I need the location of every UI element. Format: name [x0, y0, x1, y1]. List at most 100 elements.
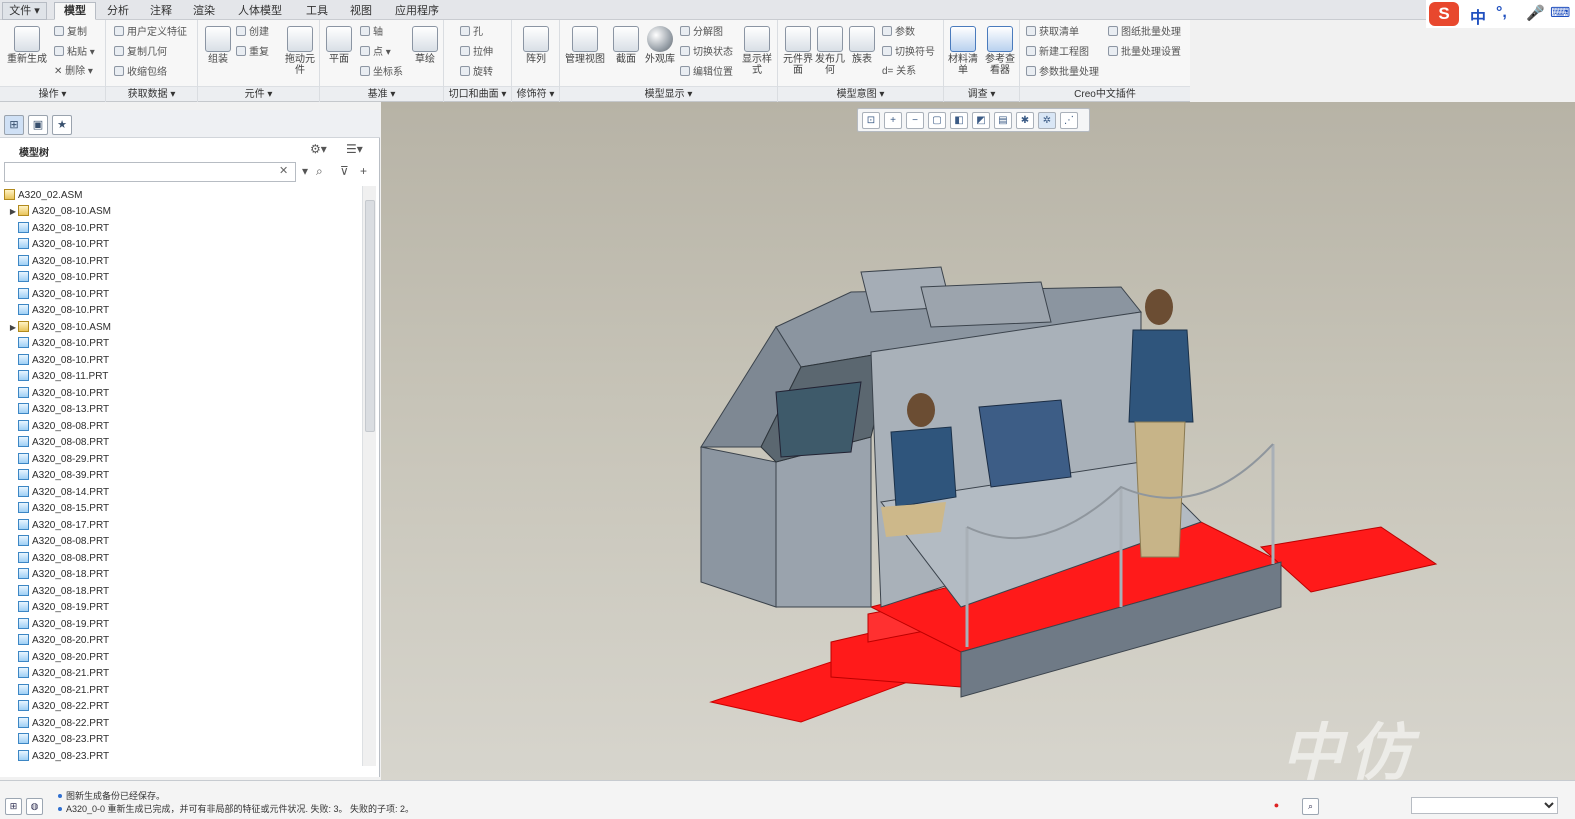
new-drawing-button[interactable]: 新建工程图 — [1026, 46, 1089, 59]
tree-item[interactable]: A320_08-22.PRT — [8, 699, 109, 715]
ime-punctuation[interactable]: °, — [1496, 4, 1507, 22]
reference-viewer-button[interactable]: 参考查看器 — [982, 26, 1018, 76]
status-browser-icon[interactable]: ◍ — [26, 798, 43, 815]
copy-button[interactable]: 复制 — [54, 26, 87, 39]
exploded-view-button[interactable]: 分解图 — [680, 26, 723, 39]
tree-item[interactable]: A320_08-11.PRT — [8, 369, 108, 385]
tree-item[interactable]: A320_08-10.PRT — [8, 237, 109, 253]
extrude-button[interactable]: 拉伸 — [460, 46, 493, 59]
axis-button[interactable]: 轴 — [360, 26, 383, 39]
record-icon[interactable]: ● — [1268, 798, 1285, 815]
microphone-icon[interactable]: 🎤 — [1526, 4, 1545, 22]
model-tree-search-input[interactable] — [4, 162, 296, 182]
user-feature-button[interactable]: 用户定义特征 — [114, 26, 187, 39]
tree-item[interactable]: A320_08-23.PRT — [8, 732, 109, 748]
tree-item[interactable]: ▶ A320_08-10.ASM — [8, 204, 111, 220]
tree-item[interactable]: A320_08-29.PRT — [8, 452, 109, 468]
model-tree-scrollbar[interactable] — [362, 186, 376, 766]
tab-view[interactable]: 视图 — [341, 2, 381, 20]
tree-settings-icon[interactable]: ⚙▾ — [310, 142, 327, 158]
group-label-get-data[interactable]: 获取数据 ▾ — [106, 86, 197, 101]
scrollbar-thumb[interactable] — [365, 200, 375, 432]
tree-root[interactable]: A320_02.ASM — [4, 188, 83, 204]
tab-applications[interactable]: 应用程序 — [384, 2, 450, 20]
tab-render[interactable]: 渲染 — [184, 2, 224, 20]
search-dropdown-icon[interactable]: ▾ — [302, 164, 308, 178]
parameters-button[interactable]: 参数 — [882, 26, 915, 39]
switch-symbol-button[interactable]: 切换符号 — [882, 46, 935, 59]
ime-language[interactable]: 中 — [1470, 4, 1486, 28]
tree-item[interactable]: A320_08-14.PRT — [8, 485, 109, 501]
tab-tools[interactable]: 工具 — [296, 2, 338, 20]
group-label-modifiers[interactable]: 修饰符 ▾ — [512, 86, 559, 101]
group-label-operations[interactable]: 操作 ▾ — [0, 86, 105, 101]
tree-item[interactable]: A320_08-15.PRT — [8, 501, 109, 517]
expand-arrow-icon[interactable]: ▶ — [8, 204, 18, 220]
tree-item[interactable]: A320_08-20.PRT — [8, 650, 109, 666]
clear-search-icon[interactable]: ✕ — [279, 164, 288, 177]
edit-position-button[interactable]: 编辑位置 — [680, 66, 733, 79]
batch-settings-button[interactable]: 批量处理设置 — [1108, 46, 1181, 59]
delete-button[interactable]: ✕ 删除 ▾ — [54, 66, 93, 78]
tree-item[interactable]: A320_08-10.PRT — [8, 303, 109, 319]
status-navigator-icon[interactable]: ⊞ — [5, 798, 22, 815]
tree-item[interactable]: A320_08-08.PRT — [8, 435, 109, 451]
publish-geometry-button[interactable]: 发布几何 — [814, 26, 846, 76]
tree-item[interactable]: A320_08-10.PRT — [8, 221, 109, 237]
favorites-tab-icon[interactable]: ★ — [52, 115, 72, 135]
tab-annotate[interactable]: 注释 — [141, 2, 181, 20]
tree-columns-icon[interactable]: ☰▾ — [346, 142, 363, 158]
revolve-button[interactable]: 旋转 — [460, 66, 493, 79]
keyboard-icon[interactable]: ⌨ — [1550, 4, 1570, 21]
hole-button[interactable]: 孔 — [460, 26, 483, 39]
param-batch-button[interactable]: 参数批量处理 — [1026, 66, 1099, 79]
add-icon[interactable]: + — [360, 164, 367, 178]
pattern-button[interactable]: 阵列 — [520, 26, 552, 65]
regenerate-button[interactable]: 重新生成 — [6, 26, 48, 65]
tree-item[interactable]: A320_08-21.PRT — [8, 683, 109, 699]
tab-analysis[interactable]: 分析 — [98, 2, 138, 20]
tree-item[interactable]: A320_08-39.PRT — [8, 468, 109, 484]
tree-item[interactable]: ▶ A320_08-10.ASM — [8, 320, 111, 336]
appearance-gallery-button[interactable]: 外观库 — [644, 26, 676, 65]
tree-item[interactable]: A320_08-10.PRT — [8, 254, 109, 270]
group-label-investigate[interactable]: 调查 ▾ — [944, 86, 1019, 101]
section-button[interactable]: 截面 — [610, 26, 642, 65]
tree-item[interactable]: A320_08-21.PRT — [8, 666, 109, 682]
group-label-cuts[interactable]: 切口和曲面 ▾ — [444, 86, 511, 101]
tree-item[interactable]: A320_08-10.PRT — [8, 353, 109, 369]
tree-item[interactable]: A320_08-08.PRT — [8, 534, 109, 550]
tree-item[interactable]: A320_08-17.PRT — [8, 518, 109, 534]
plane-button[interactable]: 平面 — [324, 26, 354, 65]
tree-item[interactable]: A320_08-10.PRT — [8, 287, 109, 303]
repeat-button[interactable]: 重复 — [236, 46, 269, 59]
tree-item[interactable]: A320_08-10.PRT — [8, 386, 109, 402]
find-icon[interactable]: ⌕ — [1302, 798, 1319, 815]
binoculars-icon[interactable]: ⌕ — [316, 164, 323, 179]
paste-button[interactable]: 粘贴 ▾ — [54, 46, 95, 59]
tree-item[interactable]: A320_08-19.PRT — [8, 600, 109, 616]
filter-icon[interactable]: ⊽ — [340, 164, 349, 178]
assemble-button[interactable]: 组装 — [202, 26, 234, 65]
sketch-button[interactable]: 草绘 — [410, 26, 440, 65]
tab-manikin[interactable]: 人体模型 — [227, 2, 293, 20]
tab-file[interactable]: 文件 ▾ — [2, 2, 47, 20]
shrinkwrap-button[interactable]: 收缩包络 — [114, 66, 167, 79]
csys-button[interactable]: 坐标系 — [360, 66, 403, 79]
toggle-state-button[interactable]: 切换状态 — [680, 46, 733, 59]
tree-item[interactable]: A320_08-10.PRT — [8, 336, 109, 352]
tree-item[interactable]: A320_08-20.PRT — [8, 633, 109, 649]
folder-browser-tab-icon[interactable]: ▣ — [28, 115, 48, 135]
expand-arrow-icon[interactable]: ▶ — [8, 320, 18, 336]
bom-button[interactable]: 材料清单 — [946, 26, 980, 76]
drawing-batch-button[interactable]: 图纸批量处理 — [1108, 26, 1181, 39]
display-style-button[interactable]: 显示样式 — [740, 26, 774, 76]
graphics-viewport[interactable]: ⊡ + − ▢ ◧ ◩ ▤ ✱ ✲ ⋰ 中仿 — [381, 102, 1575, 780]
tree-item[interactable]: A320_08-22.PRT — [8, 716, 109, 732]
create-component-button[interactable]: 创建 — [236, 26, 269, 39]
get-list-button[interactable]: 获取清单 — [1026, 26, 1079, 39]
model-tree-tab-icon[interactable]: ⊞ — [4, 115, 24, 135]
tree-item[interactable]: A320_08-08.PRT — [8, 551, 109, 567]
copy-geometry-button[interactable]: 复制几何 — [114, 46, 167, 59]
tree-item[interactable]: A320_08-18.PRT — [8, 584, 109, 600]
